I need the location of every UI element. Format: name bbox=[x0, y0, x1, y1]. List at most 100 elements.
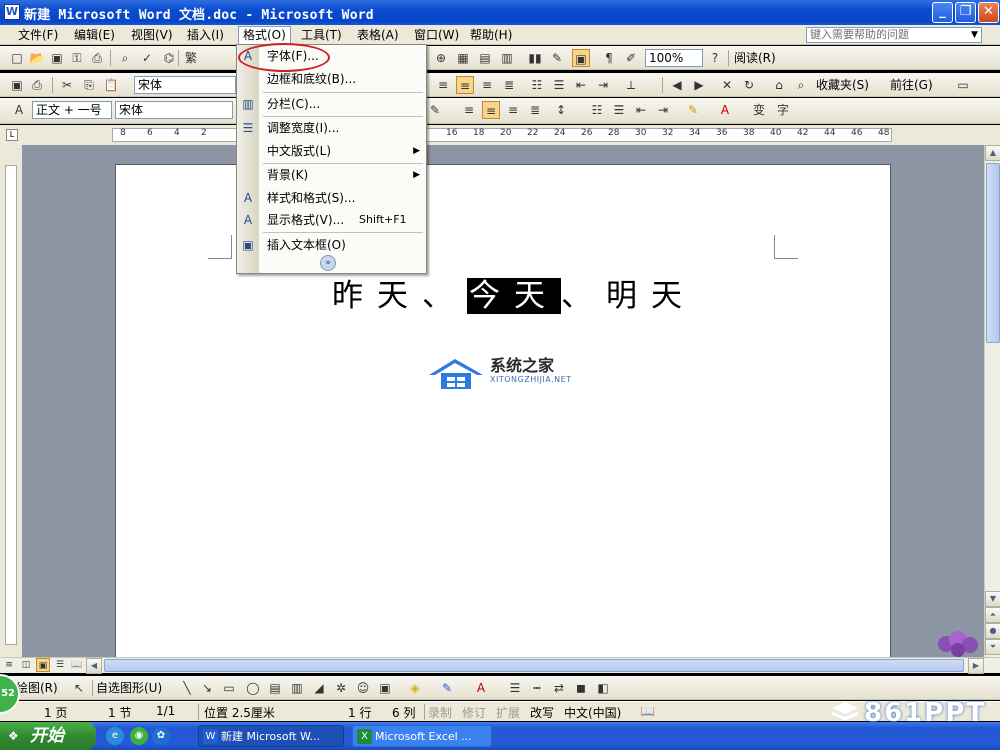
menu-window[interactable]: 窗口(W) bbox=[410, 26, 463, 44]
shadow-style-icon[interactable]: ◼ bbox=[572, 679, 590, 697]
menu-item-columns[interactable]: 分栏(C)... bbox=[259, 93, 426, 115]
next-page-icon[interactable]: ⏷ bbox=[985, 639, 1000, 655]
arrow-style-icon[interactable]: ⇄ bbox=[550, 679, 568, 697]
back-icon[interactable]: ◀ bbox=[668, 76, 686, 94]
menu-item-fit-width[interactable]: 调整宽度(I)... bbox=[259, 117, 426, 139]
char-scale-icon[interactable]: ⟂ bbox=[622, 76, 640, 94]
messenger-quicklaunch-icon[interactable]: ✿ bbox=[152, 727, 170, 745]
research-icon[interactable]: ⌬ bbox=[160, 49, 178, 67]
maximize-button[interactable]: ❐ bbox=[955, 2, 976, 23]
selected-text[interactable]: 今天 bbox=[467, 278, 561, 314]
tables-borders-icon[interactable]: ▦ bbox=[454, 49, 472, 67]
print-icon[interactable]: ⎙ bbox=[28, 76, 46, 94]
text-before[interactable]: 昨天、 bbox=[332, 278, 467, 314]
traditional-chinese-icon[interactable]: 繁 bbox=[182, 49, 200, 67]
print-preview-icon[interactable]: ⌕ bbox=[116, 49, 134, 67]
vertical-text-box-icon[interactable]: ▥ bbox=[288, 679, 306, 697]
print-view-icon[interactable]: ▣ bbox=[36, 658, 50, 672]
oval-icon[interactable]: ◯ bbox=[244, 679, 262, 697]
numbering-icon[interactable]: ☷ bbox=[528, 76, 546, 94]
status-overtype[interactable]: 改写 bbox=[530, 704, 554, 721]
read-mode-button[interactable]: 阅读(R) bbox=[734, 50, 776, 66]
search-web-icon[interactable]: ⌕ bbox=[792, 76, 810, 94]
line-spacing-icon[interactable]: ↕ bbox=[552, 101, 570, 119]
horizontal-scroll-thumb[interactable] bbox=[104, 659, 964, 672]
style-combo[interactable]: 正文 + 一号 bbox=[32, 101, 112, 119]
favorites-menu[interactable]: 收藏夹(S) bbox=[816, 77, 869, 93]
document-page[interactable] bbox=[115, 164, 891, 664]
new-doc-icon[interactable]: □ bbox=[8, 49, 26, 67]
rectangle-icon[interactable]: ▭ bbox=[220, 679, 238, 697]
3d-style-icon[interactable]: ◧ bbox=[594, 679, 612, 697]
minimize-button[interactable]: _ bbox=[932, 2, 953, 23]
highlight-icon[interactable]: ✎ bbox=[426, 101, 444, 119]
justify-icon[interactable]: ≣ bbox=[500, 76, 518, 94]
show-only-web-toolbar-icon[interactable]: ▭ bbox=[954, 76, 972, 94]
scroll-left-icon[interactable]: ◀ bbox=[86, 658, 102, 674]
wordart-icon[interactable]: ◢ bbox=[310, 679, 328, 697]
paste-icon[interactable]: 📋 bbox=[102, 76, 120, 94]
menu-format[interactable]: 格式(O) bbox=[238, 26, 291, 44]
align-center-icon[interactable]: ≡ bbox=[482, 101, 500, 119]
zoom-combo[interactable]: 100% bbox=[645, 49, 703, 67]
font-combo[interactable]: 宋体 bbox=[134, 76, 236, 94]
line-color-icon[interactable]: ✎ bbox=[438, 679, 456, 697]
show-hide-icon[interactable]: ¶ bbox=[600, 49, 618, 67]
outline-view-icon[interactable]: ☰ bbox=[53, 658, 67, 672]
previous-page-icon[interactable]: ⏶ bbox=[985, 607, 1000, 623]
scroll-right-icon[interactable]: ▶ bbox=[968, 658, 984, 674]
menu-item-styles-formatting[interactable]: 样式和格式(S)... bbox=[259, 187, 426, 209]
text-after[interactable]: 、明天 bbox=[561, 278, 696, 314]
status-extend[interactable]: 扩展 bbox=[496, 704, 520, 721]
dash-style-icon[interactable]: ┅ bbox=[528, 679, 546, 697]
bullets-icon[interactable]: ☰ bbox=[610, 101, 628, 119]
horizontal-ruler[interactable]: L 8 6 4 2 16 18 20 22 24 26 28 30 32 34 … bbox=[0, 125, 1000, 145]
spelling-status-icon[interactable]: 📖 bbox=[640, 704, 655, 718]
menu-view[interactable]: 视图(V) bbox=[127, 26, 177, 44]
menu-item-reveal-formatting[interactable]: 显示格式(V)... Shift+F1 bbox=[259, 209, 426, 231]
vertical-scrollbar[interactable]: ▲ ▼ ⏶ ● ⏷ bbox=[984, 145, 1000, 657]
taskbar-excel-button[interactable]: X Microsoft Excel ... bbox=[352, 725, 492, 747]
scroll-up-icon[interactable]: ▲ bbox=[985, 145, 1000, 161]
media-quicklaunch-icon[interactable]: ◉ bbox=[130, 727, 148, 745]
align-left-icon[interactable]: ≡ bbox=[434, 76, 452, 94]
font-color-icon[interactable]: A bbox=[716, 101, 734, 119]
align-center-icon[interactable]: ≡ bbox=[456, 76, 474, 94]
insert-table-icon[interactable]: ▤ bbox=[476, 49, 494, 67]
refresh-icon[interactable]: ↻ bbox=[740, 76, 758, 94]
help-icon[interactable]: ? bbox=[706, 49, 724, 67]
cut-icon[interactable]: ✂ bbox=[58, 76, 76, 94]
diagram-icon[interactable]: ✲ bbox=[332, 679, 350, 697]
help-search-input[interactable]: 键入需要帮助的问题 bbox=[806, 27, 982, 43]
styles-pane-icon[interactable]: A bbox=[10, 101, 28, 119]
menu-tools[interactable]: 工具(T) bbox=[297, 26, 346, 44]
web-view-icon[interactable]: ◫ bbox=[19, 658, 33, 672]
menu-table[interactable]: 表格(A) bbox=[353, 26, 403, 44]
font-name-combo[interactable]: 宋体 bbox=[115, 101, 233, 119]
copy-icon[interactable]: ⎘ bbox=[80, 76, 98, 94]
status-record-macro[interactable]: 录制 bbox=[428, 704, 452, 721]
decrease-indent-icon[interactable]: ⇤ bbox=[632, 101, 650, 119]
status-language[interactable]: 中文(中国) bbox=[564, 704, 621, 721]
scroll-thumb[interactable] bbox=[986, 163, 1000, 343]
menu-item-insert-textbox[interactable]: 插入文本框(O) bbox=[259, 234, 426, 256]
clip-art-icon[interactable]: ☺ bbox=[354, 679, 372, 697]
highlight-color-icon[interactable]: ✎ bbox=[684, 101, 702, 119]
menu-item-background[interactable]: 背景(K) ▶ bbox=[259, 164, 426, 186]
menu-file[interactable]: 文件(F) bbox=[14, 26, 62, 44]
permission-icon[interactable]: ⚿ bbox=[68, 49, 86, 67]
help-dropdown-arrow[interactable]: ▼ bbox=[968, 28, 981, 42]
fill-color-icon[interactable]: ◈ bbox=[406, 679, 424, 697]
home-icon[interactable]: ⌂ bbox=[770, 76, 788, 94]
stop-icon[interactable]: ✕ bbox=[718, 76, 736, 94]
open-folder-icon[interactable]: 📂 bbox=[28, 49, 46, 67]
save-icon[interactable]: ▣ bbox=[8, 76, 26, 94]
align-right-icon[interactable]: ≡ bbox=[504, 101, 522, 119]
taskbar-word-button[interactable]: W 新建 Microsoft W... bbox=[198, 725, 344, 747]
line-icon[interactable]: ╲ bbox=[178, 679, 196, 697]
autoshapes-menu[interactable]: 自选图形(U) bbox=[96, 680, 162, 696]
menu-insert[interactable]: 插入(I) bbox=[183, 26, 228, 44]
decrease-indent-icon[interactable]: ⇤ bbox=[572, 76, 590, 94]
vertical-ruler[interactable] bbox=[0, 145, 22, 657]
numbering-icon[interactable]: ☷ bbox=[588, 101, 606, 119]
